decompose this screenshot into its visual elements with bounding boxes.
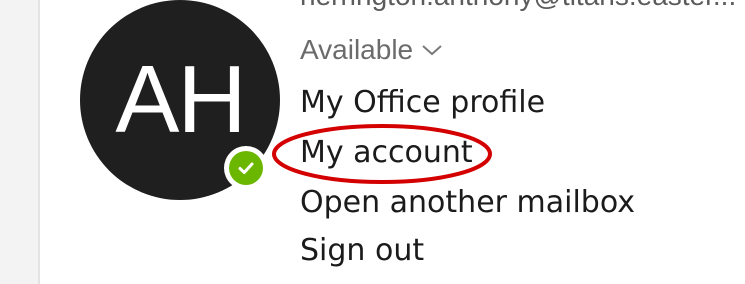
check-icon bbox=[238, 162, 254, 174]
left-gutter bbox=[0, 0, 40, 284]
open-another-mailbox-link[interactable]: Open another mailbox bbox=[300, 185, 635, 220]
presence-available-indicator bbox=[229, 151, 263, 185]
my-office-profile-link[interactable]: My Office profile bbox=[300, 85, 545, 120]
presence-status-dropdown[interactable]: Available bbox=[300, 34, 443, 66]
presence-status-label: Available bbox=[300, 34, 414, 65]
my-account-link[interactable]: My account bbox=[300, 135, 473, 170]
presence-badge bbox=[224, 146, 268, 190]
sign-out-link[interactable]: Sign out bbox=[300, 233, 424, 268]
avatar-initials: AH bbox=[115, 46, 246, 153]
chevron-down-icon bbox=[422, 45, 442, 56]
account-email: herrington.anthony@titans.easter... bbox=[300, 0, 745, 12]
